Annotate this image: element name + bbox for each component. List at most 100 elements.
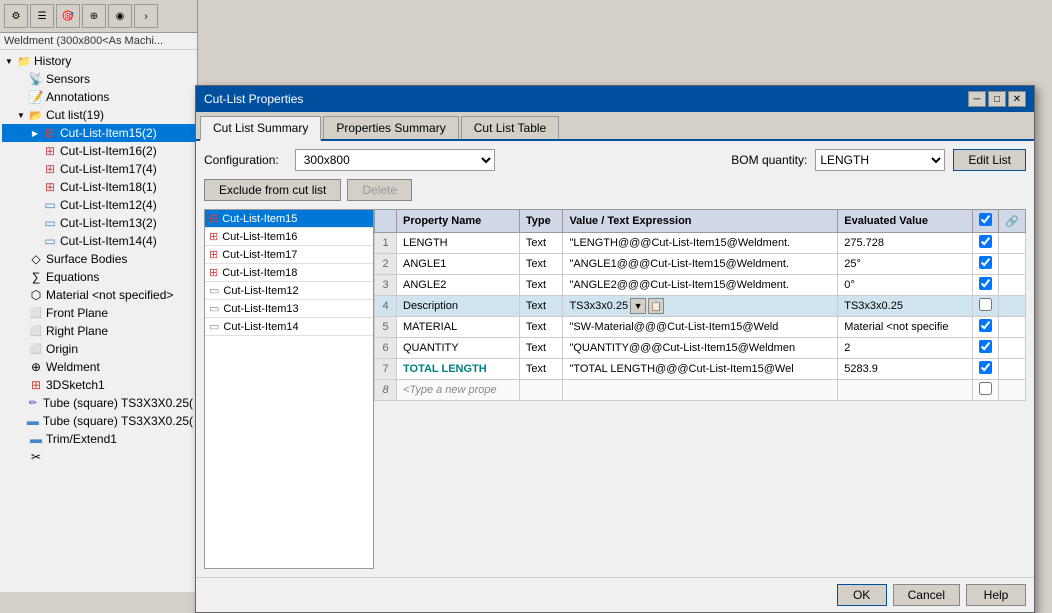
list-item-4[interactable]: ▭ Cut-List-Item12 [205,282,373,300]
list-item-3[interactable]: ⊞ Cut-List-Item18 [205,264,373,282]
row-3-expression[interactable]: "ANGLE2@@@Cut-List-Item15@Weldment. [563,275,838,296]
list-item-2[interactable]: ⊞ Cut-List-Item17 [205,246,373,264]
tree-item-item13[interactable]: ▭ Cut-List-Item13(2) [2,214,195,232]
row-7-checkbox[interactable] [979,361,992,374]
row-6-expression[interactable]: "QUANTITY@@@Cut-List-Item15@Weldmen [563,338,838,359]
row-5-link [999,317,1026,338]
tree-item-rightplane[interactable]: ⬜ Origin [2,340,195,358]
row-8-checkbox[interactable] [979,382,992,395]
expand-arrow-trim [16,452,26,462]
bom-select[interactable]: LENGTH [815,149,945,171]
tree-item-item12[interactable]: ▭ Cut-List-Item12(4) [2,196,195,214]
cancel-button[interactable]: Cancel [893,584,960,606]
list-item-5[interactable]: ▭ Cut-List-Item13 [205,300,373,318]
tab-cut-list-summary[interactable]: Cut List Summary [200,116,321,141]
row-6-property[interactable]: QUANTITY [397,338,520,359]
row-2-checkbox[interactable] [979,256,992,269]
tree-item-item15[interactable]: ▶ ⊞ Cut-List-Item15(2) [2,124,195,142]
row-3-property[interactable]: ANGLE2 [397,275,520,296]
delete-button[interactable]: Delete [347,179,412,201]
row-6-checkbox[interactable] [979,340,992,353]
tree-item-3dsketch1[interactable]: ✏ Tube (square) TS3X3X0.25( [2,394,195,412]
cut-list-properties-dialog: Cut-List Properties ─ □ ✕ Cut List Summa… [195,85,1035,613]
tree-item-cutlist[interactable]: ▼ 📂 Cut list(19) [2,106,195,124]
header-checkbox[interactable] [979,213,992,226]
cut-list-items-panel[interactable]: ⊞ Cut-List-Item15 ⊞ Cut-List-Item16 ⊞ Cu… [204,209,374,569]
list-item-1-icon: ⊞ [209,230,218,243]
row-7-expression[interactable]: "TOTAL LENGTH@@@Cut-List-Item15@Wel [563,359,838,380]
tree-item-item18[interactable]: ⊞ Cut-List-Item18(1) [2,178,195,196]
row-7-property[interactable]: TOTAL LENGTH [397,359,520,380]
row-2-expression[interactable]: "ANGLE1@@@Cut-List-Item15@Weldment. [563,254,838,275]
expand-arrow-item13 [30,218,40,228]
toolbar-btn-2[interactable]: ☰ [30,4,54,28]
row-5-checkbox[interactable] [979,319,992,332]
toolbar-btn-1[interactable]: ⚙ [4,4,28,28]
minimize-button[interactable]: ─ [968,91,986,107]
tree-item-equations[interactable]: ∑ Equations [2,268,195,286]
table-row-4: 4 Description Text TS3x3x0.25 ▼ 📋 TS3x3 [375,296,1026,317]
tree-item-topplane[interactable]: ⬜ Right Plane [2,322,195,340]
row-6-link [999,338,1026,359]
row-4-expr-btn-2[interactable]: 📋 [648,298,664,314]
expand-arrow-tube1 [16,416,23,426]
row-3-checkbox[interactable] [979,277,992,290]
expand-arrow-history[interactable]: ▼ [4,56,14,66]
tree-item-annotations[interactable]: 📝 Annotations [2,88,195,106]
tab-cut-list-summary-label: Cut List Summary [213,121,308,135]
row-1-checkbox[interactable] [979,235,992,248]
table-row-2: 2 ANGLE1 Text "ANGLE1@@@Cut-List-Item15@… [375,254,1026,275]
row-4-expr-btn-1[interactable]: ▼ [630,298,646,314]
tree-item-item16[interactable]: ⊞ Cut-List-Item16(2) [2,142,195,160]
list-item-2-label: Cut-List-Item17 [222,249,297,261]
config-select[interactable]: 300x800 [295,149,495,171]
row-1-expression[interactable]: "LENGTH@@@Cut-List-Item15@Weldment. [563,233,838,254]
tree-item-tube2[interactable]: ▬ Trim/Extend1 [2,430,195,448]
row-4-checkbox[interactable] [979,298,992,311]
row-5-property[interactable]: MATERIAL [397,317,520,338]
table-row-8: 8 <Type a new prope [375,380,1026,401]
tree-item-item17[interactable]: ⊞ Cut-List-Item17(4) [2,160,195,178]
tab-properties-summary[interactable]: Properties Summary [323,116,458,139]
exclude-from-cut-list-button[interactable]: Exclude from cut list [204,179,341,201]
list-item-1-label: Cut-List-Item16 [222,231,297,243]
row-4-property[interactable]: Description [397,296,520,317]
row-8-property[interactable]: <Type a new prope [397,380,520,401]
close-button[interactable]: ✕ [1008,91,1026,107]
list-item-1[interactable]: ⊞ Cut-List-Item16 [205,228,373,246]
row-1-property[interactable]: LENGTH [397,233,520,254]
tab-cut-list-table[interactable]: Cut List Table [461,116,560,139]
ok-button[interactable]: OK [837,584,887,606]
tree-item-material[interactable]: ⬡ Material <not specified> [2,286,195,304]
restore-button[interactable]: □ [988,91,1006,107]
table-row-7: 7 TOTAL LENGTH Text "TOTAL LENGTH@@@Cut-… [375,359,1026,380]
list-item-6[interactable]: ▭ Cut-List-Item14 [205,318,373,336]
table-row-3: 3 ANGLE2 Text "ANGLE2@@@Cut-List-Item15@… [375,275,1026,296]
row-2-property[interactable]: ANGLE1 [397,254,520,275]
expand-arrow-item15[interactable]: ▶ [30,128,40,138]
edit-list-button[interactable]: Edit List [953,149,1026,171]
tree-item-origin[interactable]: ⊕ Weldment [2,358,195,376]
tree-item-history[interactable]: ▼ 📁 History [2,52,195,70]
toolbar-btn-5[interactable]: ◉ [108,4,132,28]
tree-item-tube1[interactable]: ▬ Tube (square) TS3X3X0.25( [2,412,195,430]
expand-arrow-cutlist[interactable]: ▼ [16,110,26,120]
tree-item-item14[interactable]: ▭ Cut-List-Item14(4) [2,232,195,250]
row-4-expression-cell[interactable]: TS3x3x0.25 ▼ 📋 [563,296,838,317]
row-5-expression[interactable]: "SW-Material@@@Cut-List-Item15@Weld [563,317,838,338]
list-item-0[interactable]: ⊞ Cut-List-Item15 [205,210,373,228]
row-1-link [999,233,1026,254]
dialog-titlebar: Cut-List Properties ─ □ ✕ [196,86,1034,112]
tree-item-weldment[interactable]: ⊞ 3DSketch1 [2,376,195,394]
toolbar-btn-3[interactable]: 🎯 [56,4,80,28]
toolbar-btn-4[interactable]: ⊕ [82,4,106,28]
toolbar-btn-more[interactable]: › [134,4,158,28]
help-button[interactable]: Help [966,584,1026,606]
tree-label-equations: Equations [46,270,99,284]
tree-item-surfacebodies[interactable]: ◇ Surface Bodies [2,250,195,268]
tree-item-sensors[interactable]: 📡 Sensors [2,70,195,88]
row-4-type: Text [519,296,563,317]
col-type: Type [519,210,563,233]
tree-item-frontplane[interactable]: ⬜ Front Plane [2,304,195,322]
tree-item-trim[interactable]: ✂ [2,448,195,466]
